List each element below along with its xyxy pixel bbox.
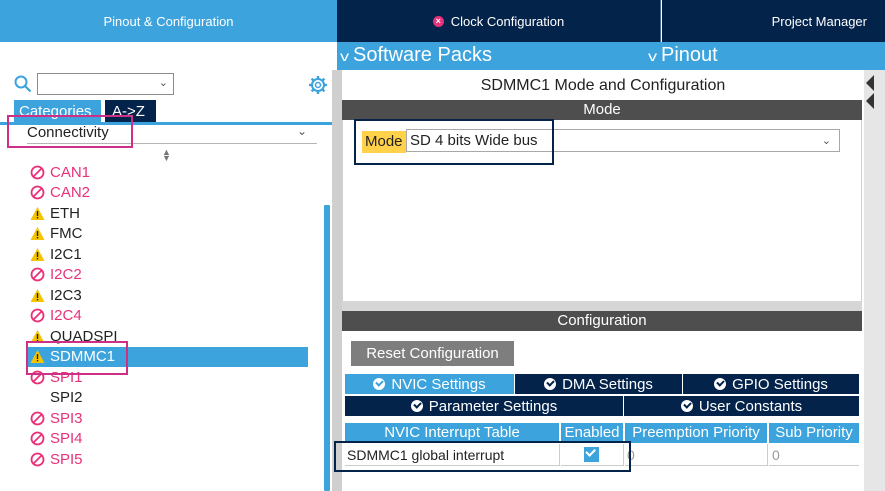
mode-header: Mode [342, 100, 862, 120]
error-icon: × [432, 15, 444, 27]
chevron-down-icon: ⌄ [296, 124, 307, 138]
tab-pinout-configuration[interactable]: Pinout & Configuration [0, 0, 337, 42]
list-item[interactable]: I2C3 [30, 285, 82, 305]
table-cell-preemption[interactable]: 0 [625, 444, 768, 466]
tab-parameter-settings-label: Parameter Settings [428, 397, 558, 415]
tab-dma-settings[interactable]: DMA Settings [515, 374, 682, 394]
tab-clock-label: Clock Configuration [450, 13, 565, 29]
disabled-icon [30, 452, 45, 466]
tab-project-manager[interactable]: Project Manager [662, 0, 885, 42]
tab-gpio-settings-label: GPIO Settings [732, 375, 828, 393]
check-circle-icon [544, 378, 557, 390]
list-item-label: SPI3 [50, 409, 83, 427]
chevron-down-icon: v [339, 47, 350, 64]
tab-pinout-label: Pinout & Configuration [103, 13, 234, 29]
annotation-box-sdmmc1 [26, 341, 128, 375]
disabled-icon [30, 165, 45, 179]
list-item[interactable]: SPI3 [30, 408, 83, 428]
pinout-menu-label: Pinout [661, 44, 718, 66]
warning-icon [30, 247, 45, 261]
list-item[interactable]: FMC [30, 224, 83, 244]
warning-icon [30, 288, 45, 302]
list-item[interactable]: CAN1 [30, 162, 90, 182]
disabled-icon [30, 411, 45, 425]
list-item[interactable]: I2C1 [30, 244, 82, 264]
list-item[interactable]: SPI2 [30, 388, 83, 408]
section-gap [342, 301, 862, 311]
table-header-nvic[interactable]: NVIC Interrupt Table [345, 423, 560, 443]
blank-icon [30, 390, 45, 405]
tab-nvic-settings[interactable]: NVIC Settings [345, 374, 514, 394]
tab-gpio-settings[interactable]: GPIO Settings [683, 374, 859, 394]
list-item[interactable]: I2C2 [30, 265, 82, 285]
list-item-label: ETH [50, 204, 80, 222]
tab-nvic-settings-label: NVIC Settings [391, 375, 486, 393]
list-item-label: I2C4 [50, 307, 82, 324]
annotation-box-mode [354, 119, 554, 165]
tab-parameter-settings[interactable]: Parameter Settings [345, 396, 623, 416]
software-packs-menu[interactable]: v Software Packs [339, 44, 492, 67]
chevron-down-icon: ⌄ [821, 135, 831, 147]
disabled-icon [30, 185, 45, 200]
list-item-label: FMC [50, 225, 83, 242]
list-item[interactable]: CAN2 [30, 183, 90, 203]
list-item-label: I2C2 [50, 266, 82, 283]
tab-dma-settings-label: DMA Settings [562, 375, 653, 393]
check-circle-icon [680, 400, 693, 412]
pinout-menu[interactable]: v Pinout [647, 44, 718, 67]
warning-icon [30, 227, 45, 240]
list-item[interactable]: SPI4 [30, 429, 83, 449]
chevron-down-icon: ⌄ [158, 77, 168, 89]
check-circle-icon [410, 400, 423, 412]
tab-user-constants[interactable]: User Constants [624, 396, 859, 416]
disabled-icon [30, 308, 45, 323]
search-input[interactable]: ⌄ [37, 73, 174, 95]
disabled-icon [30, 431, 45, 446]
reset-configuration-button[interactable]: Reset Configuration [351, 341, 514, 366]
tab-project-label: Project Manager [771, 13, 867, 29]
search-icon[interactable] [14, 75, 32, 93]
right-scrollbar[interactable] [864, 70, 885, 491]
list-item-label: SPI4 [50, 430, 83, 447]
list-item[interactable]: SPI5 [30, 449, 83, 469]
annotation-box-interrupt [334, 441, 631, 472]
list-item[interactable]: I2C4 [30, 306, 82, 326]
gear-icon[interactable] [308, 75, 328, 95]
configuration-header: Configuration [342, 311, 862, 331]
table-header-enabled[interactable]: Enabled [561, 423, 624, 443]
scroll-arrow-icon[interactable] [866, 75, 874, 91]
annotation-box-connectivity [7, 115, 133, 148]
tab-user-constants-label: User Constants [698, 397, 803, 415]
list-item-label: I2C3 [50, 286, 82, 304]
check-circle-icon [714, 378, 727, 390]
disabled-icon [30, 267, 45, 282]
list-item-label: SPI5 [50, 450, 83, 468]
table-header-sub-priority[interactable]: Sub Priority [769, 423, 859, 443]
list-item[interactable]: ETH [30, 203, 80, 223]
tab-clock-configuration[interactable]: × Clock Configuration [337, 0, 661, 42]
table-cell-sub-priority[interactable]: 0 [769, 444, 859, 466]
scroll-arrow-icon[interactable] [866, 93, 874, 109]
list-item-label: CAN2 [50, 184, 91, 201]
page-title: SDMMC1 Mode and Configuration [480, 77, 726, 94]
software-packs-label: Software Packs [353, 44, 492, 66]
sort-icon[interactable]: ▲ ▼ [162, 148, 171, 163]
list-item-label: I2C1 [50, 245, 82, 263]
warning-icon [30, 206, 45, 220]
list-item-label: CAN1 [50, 163, 91, 181]
chevron-down-icon: v [647, 47, 658, 64]
left-strip [0, 42, 337, 70]
check-circle-icon [373, 378, 386, 390]
panel-divider[interactable] [332, 70, 342, 491]
table-header-preemption[interactable]: Preemption Priority [625, 423, 768, 443]
list-item-label: SPI2 [50, 389, 83, 406]
scrollbar-thumb[interactable] [324, 205, 330, 491]
secondary-menubar: v Software Packs v Pinout [337, 42, 885, 70]
